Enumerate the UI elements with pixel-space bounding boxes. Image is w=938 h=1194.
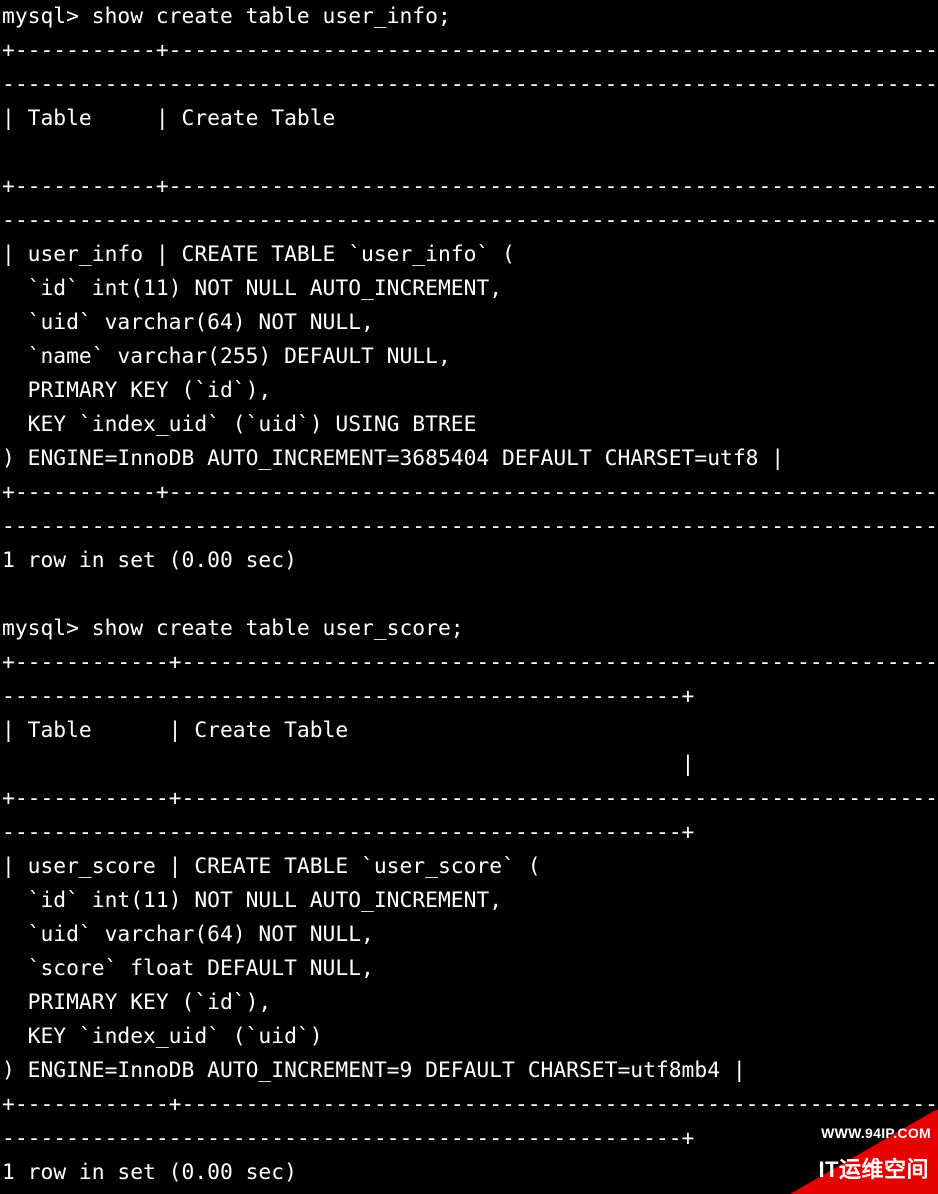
- mysql-terminal-output[interactable]: mysql> show create table user_info; +---…: [0, 0, 938, 1190]
